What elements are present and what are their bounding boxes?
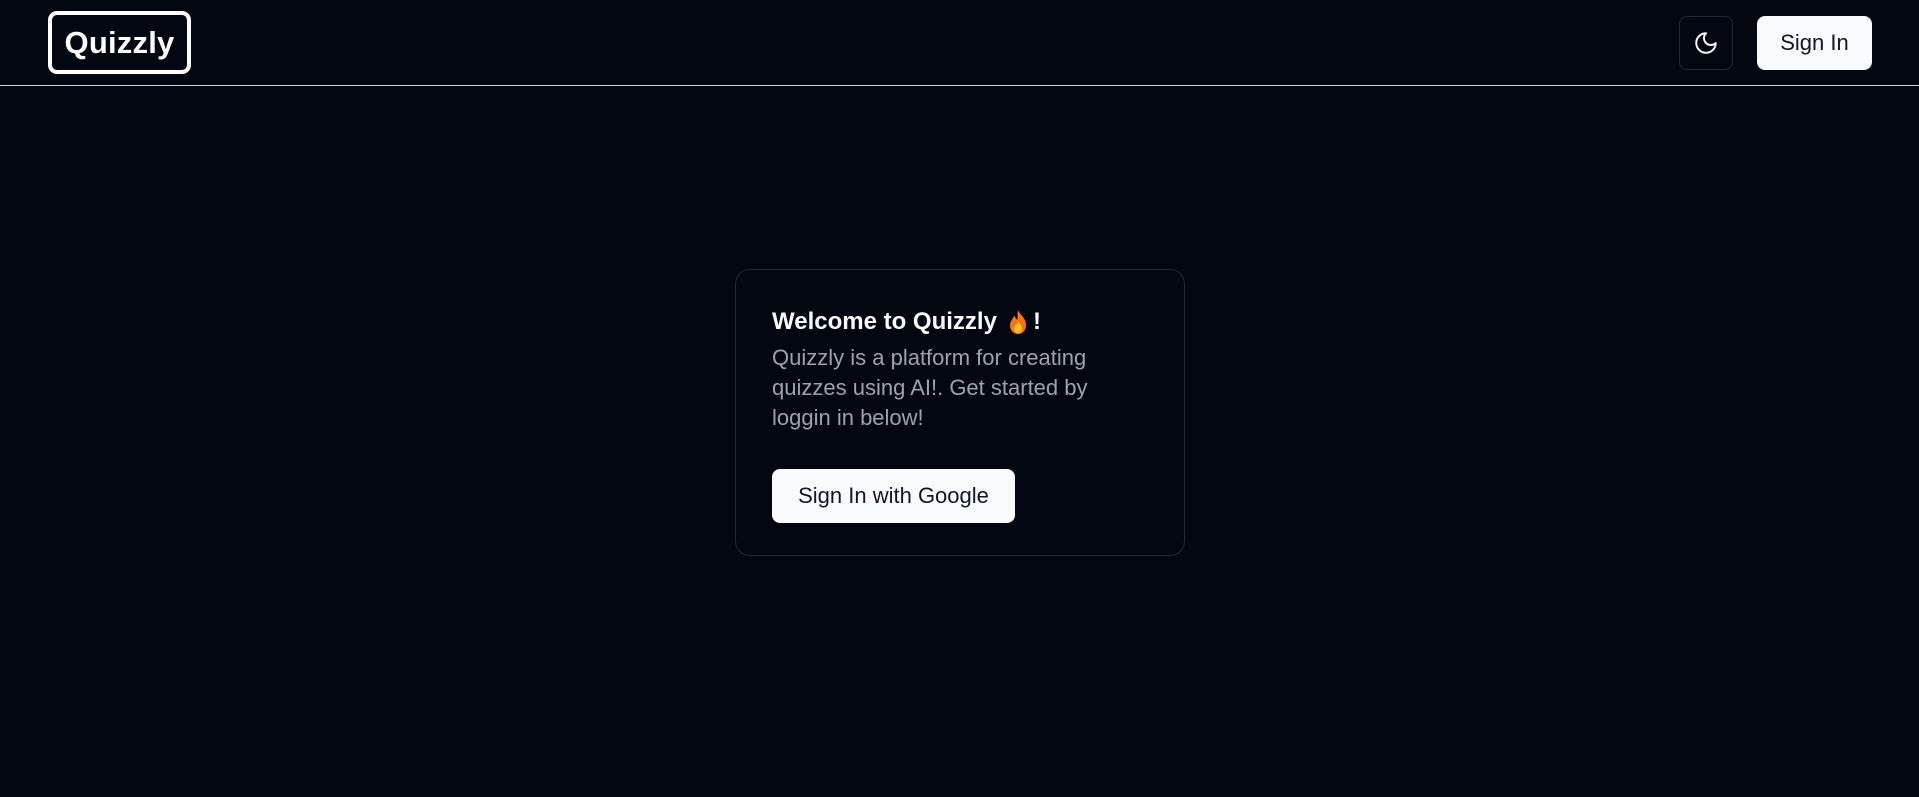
welcome-card: Welcome to Quizzly ! Quizzly is a platfo… [735,269,1185,556]
sign-in-with-google-button[interactable]: Sign In with Google [772,469,1015,523]
fire-emoji-icon [1007,309,1029,335]
sign-in-button[interactable]: Sign In [1757,16,1872,70]
top-navbar: Quizzly Sign In [0,0,1919,86]
card-title: Welcome to Quizzly ! [772,306,1148,338]
logo-text: Quizzly [64,24,175,60]
card-description: Quizzly is a platform for creating quizz… [772,345,1088,430]
logo[interactable]: Quizzly [48,11,191,74]
card-title-exclamation: ! [1032,308,1041,335]
moon-icon [1693,30,1719,56]
card-title-text: Welcome to Quizzly [772,308,997,335]
theme-toggle-button[interactable] [1679,16,1733,70]
